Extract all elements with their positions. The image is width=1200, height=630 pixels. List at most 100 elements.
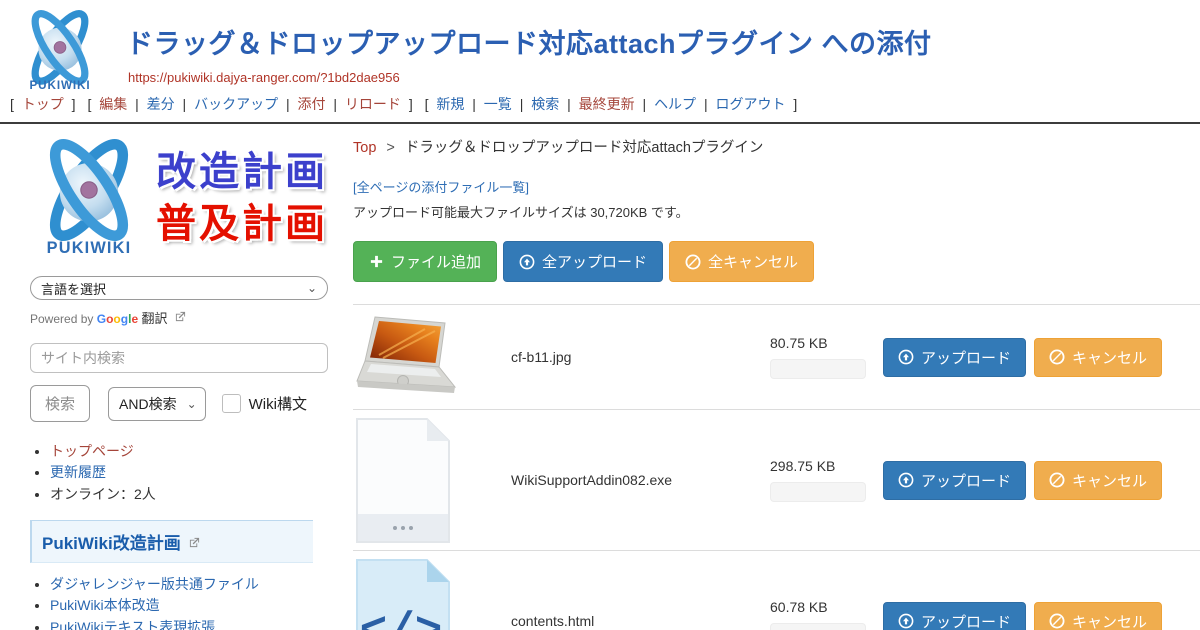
file-row: </> contents.html 60.78 KB アップロード [353,550,1200,630]
bracket: [ [10,96,14,112]
upload-button[interactable]: アップロード [883,461,1026,500]
svg-text:PUKIWIKI: PUKIWIKI [47,239,132,257]
nav-item-reload[interactable]: リロード [345,96,401,112]
cancel-circle-icon [1049,613,1065,629]
laptop-photo-thumbnail [355,315,459,399]
search-mode-select[interactable]: AND検索 ⌄ [108,387,206,421]
cancel-button[interactable]: キャンセル [1034,602,1162,630]
language-select-value: 言語を選択 [41,279,106,298]
cancel-circle-icon [685,254,701,270]
sidebar-item-common-files[interactable]: ダジャレンジャー版共通ファイル [50,576,259,592]
pukiwiki-logo[interactable]: PUKIWIKI [10,6,110,96]
breadcrumb-current: ドラッグ＆ドロップアップロード対応attachプラグイン [405,140,764,156]
bulk-action-buttons: ファイル追加 全アップロード 全キャンセル [353,241,1200,282]
atom-logo-icon: PUKIWIKI [10,6,110,96]
nav-item-recent[interactable]: 最終更新 [579,96,635,112]
bracket: ] [793,96,797,112]
upload-button[interactable]: アップロード [883,602,1026,630]
atom-logo-icon: PUKIWIKI [30,134,148,260]
list-item: ダジャレンジャー版共通ファイル [50,575,333,594]
nav-item-help[interactable]: ヘルプ [654,96,696,112]
file-name: WikiSupportAddin082.exe [511,472,770,488]
google-translate-credit[interactable]: Powered by Google 翻訳 [30,308,333,327]
sidebar-item-text-ext[interactable]: PukiWikiテキスト表現拡張 [50,619,215,630]
breadcrumb-home[interactable]: Top [353,140,376,156]
search-controls: 検索 AND検索 ⌄ Wiki構文 [30,385,333,422]
nav-item-diff[interactable]: 差分 [147,96,175,112]
upload-circle-icon [898,349,914,365]
upload-circle-icon [519,254,535,270]
file-size: 298.75 KB [770,458,883,474]
nav-item-edit[interactable]: 編集 [99,96,127,112]
cancel-all-button[interactable]: 全キャンセル [669,241,814,282]
page-url[interactable]: https://pukiwiki.dajya-ranger.com/?1bd2d… [128,70,400,85]
nav-item-list[interactable]: 一覧 [484,96,512,112]
external-link-icon [189,537,200,548]
external-link-icon [175,311,186,322]
page-title: ドラッグ＆ドロップアップロード対応attachプラグイン への添付 [126,22,932,61]
bracket: ] [409,96,413,112]
sidebar-item-top-page[interactable]: トップページ [50,443,134,459]
upload-circle-icon [898,472,914,488]
chevron-down-icon: ⌄ [307,281,317,295]
sidebar-section-pukiwiki-kaizo[interactable]: PukiWiki改造計画 [30,520,313,563]
upload-progress-bar [770,623,866,630]
list-item: 更新履歴 [50,463,333,482]
list-item: オンライン：2人 [50,485,333,504]
svg-text:PUKIWIKI: PUKIWIKI [29,79,90,92]
file-name: cf-b11.jpg [511,349,770,365]
add-files-button[interactable]: ファイル追加 [353,241,497,282]
upload-all-button[interactable]: 全アップロード [503,241,663,282]
upload-progress-bar [770,359,866,379]
header: PUKIWIKI ドラッグ＆ドロップアップロード対応attachプラグイン への… [0,0,1200,124]
cancel-button[interactable]: キャンセル [1034,461,1162,500]
search-button[interactable]: 検索 [30,385,90,422]
file-row: WikiSupportAddin082.exe 298.75 KB アップロード [353,409,1200,550]
nav-item-top[interactable]: トップ [22,96,64,112]
site-slogan: 改造計画 普及計画 [156,146,328,250]
main-content: Top > ドラッグ＆ドロップアップロード対応attachプラグイン [全ページ… [345,124,1200,630]
breadcrumb: Top > ドラッグ＆ドロップアップロード対応attachプラグイン [353,136,1200,157]
wiki-syntax-checkbox[interactable] [222,394,241,413]
list-item: トップページ [50,442,333,461]
nav-item-search[interactable]: 検索 [531,96,559,112]
top-navigation: [ トップ ] [ 編集 | 差分 | バックアップ | 添付 | リロード ]… [8,94,799,114]
nav-item-new[interactable]: 新規 [436,96,464,112]
language-select[interactable]: 言語を選択 ⌄ [30,276,328,300]
sidebar: PUKIWIKI 改造計画 普及計画 言語を選択 ⌄ Powered by Go… [0,124,345,630]
sidebar-item-core-mods[interactable]: PukiWiki本体改造 [50,597,160,613]
upload-circle-icon [898,613,914,629]
chevron-down-icon: ⌄ [187,397,197,411]
cancel-button[interactable]: キャンセル [1034,338,1162,377]
generic-file-icon [355,417,451,544]
translate-label: 翻訳 [141,311,167,326]
nav-item-backup[interactable]: バックアップ [194,96,278,112]
max-upload-size-text: アップロード可能最大ファイルサイズは 30,720KB です。 [353,202,1200,221]
plus-icon [369,254,384,269]
site-search-input[interactable] [30,343,328,373]
all-pages-attach-list-link[interactable]: [全ページの添付ファイル一覧] [353,177,1200,196]
file-name: contents.html [511,613,770,629]
nav-item-logout[interactable]: ログアウト [715,96,785,112]
cancel-circle-icon [1049,349,1065,365]
cancel-circle-icon [1049,472,1065,488]
file-size: 60.78 KB [770,599,883,615]
bracket: [ [425,96,429,112]
sidebar-item-update-history[interactable]: 更新履歴 [50,464,106,480]
online-count: オンライン：2人 [50,486,156,502]
list-item: PukiWiki本体改造 [50,596,333,615]
slogan-line-2: 普及計画 [156,198,328,250]
list-item: PukiWikiテキスト表現拡張 [50,618,333,630]
html-file-icon: </> [355,558,451,630]
bracket: ] [72,96,76,112]
sidebar-plugin-links: ダジャレンジャー版共通ファイル PukiWiki本体改造 PukiWikiテキス… [30,575,333,630]
sidebar-logo[interactable]: PUKIWIKI 改造計画 普及計画 [30,134,333,260]
wiki-syntax-label: Wiki構文 [249,393,307,414]
bracket: [ [87,96,91,112]
pukiwiki-attach-page: PUKIWIKI ドラッグ＆ドロップアップロード対応attachプラグイン への… [0,0,1200,630]
breadcrumb-separator: > [386,140,394,156]
upload-button[interactable]: アップロード [883,338,1026,377]
svg-text:</>: </> [360,606,443,630]
nav-item-attach[interactable]: 添付 [298,96,326,112]
slogan-line-1: 改造計画 [156,146,328,198]
